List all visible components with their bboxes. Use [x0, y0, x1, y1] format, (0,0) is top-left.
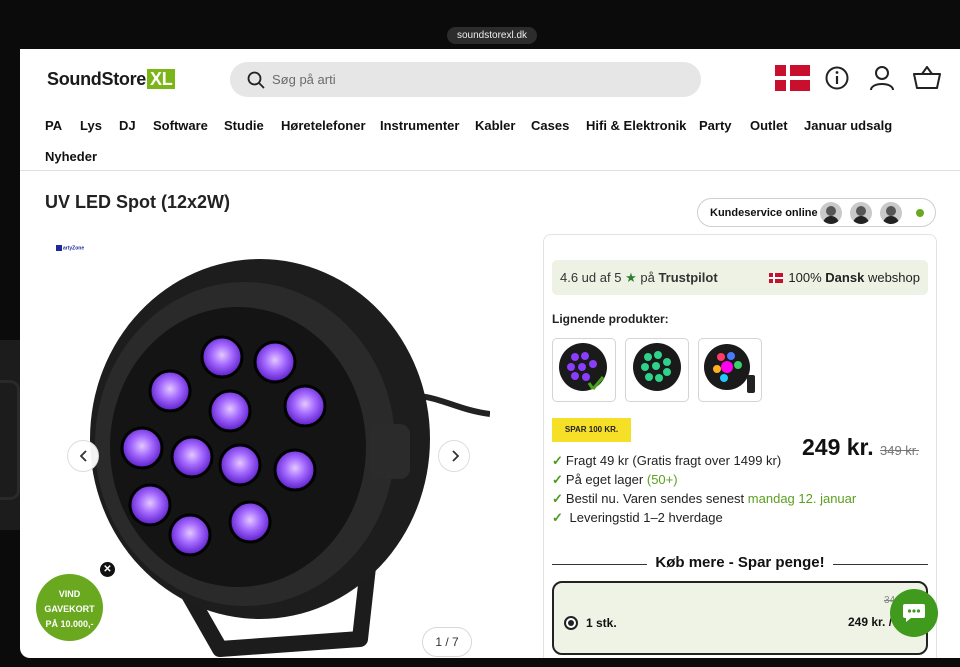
- agent-avatar: [880, 202, 902, 224]
- product-image[interactable]: [70, 249, 490, 658]
- agent-avatar: [820, 202, 842, 224]
- feature-dispatch: ✓ Bestil nu. Varen sendes senest mandag 1…: [552, 491, 857, 506]
- nav-item-hifi[interactable]: Hifi & Elektronik: [586, 118, 686, 133]
- option-price: 249 kr. /: [848, 615, 893, 629]
- check-icon: ✓: [552, 510, 563, 525]
- giveaway-badge[interactable]: VIND GAVEKORT PÅ 10.000,-: [36, 574, 103, 641]
- close-giveaway-button[interactable]: ✕: [100, 562, 115, 577]
- similar-product-thumb[interactable]: [552, 338, 616, 402]
- quantity-label: 1 stk.: [586, 616, 617, 630]
- account-icon[interactable]: [869, 65, 895, 91]
- similar-product-thumb[interactable]: [698, 338, 762, 402]
- similar-products-label: Lignende produkter:: [552, 312, 669, 326]
- nav-item-lys[interactable]: Lys: [80, 118, 102, 133]
- customer-service-widget[interactable]: Kundeservice online: [697, 198, 936, 227]
- rgb-spot-thumb-image: [704, 344, 755, 393]
- check-icon: ✓: [552, 491, 563, 506]
- trustpilot-rating[interactable]: 4.6 ud af 5 ★ på Trustpilot: [560, 270, 718, 286]
- search-input[interactable]: [272, 62, 672, 97]
- buy-more-heading: Køb mere - Spar penge!: [552, 554, 928, 574]
- trust-bar: 4.6 ud af 5 ★ på Trustpilot 100% Dansk w…: [552, 260, 928, 295]
- old-price: 349 kr.: [880, 443, 920, 458]
- check-icon: ✓: [552, 472, 563, 487]
- next-image-button[interactable]: [438, 440, 470, 472]
- nav-item-kabler[interactable]: Kabler: [475, 118, 515, 133]
- prev-image-button[interactable]: [67, 440, 99, 472]
- basket-icon[interactable]: [913, 66, 941, 90]
- search-icon: [247, 71, 265, 89]
- green-spot-thumb-image: [633, 343, 681, 391]
- url-pill[interactable]: soundstorexl.dk: [447, 27, 538, 44]
- nav-divider: [20, 170, 960, 171]
- uv-spot-thumb-image: [559, 343, 607, 391]
- danish-flag-icon: [769, 273, 784, 283]
- nav-item-party[interactable]: Party: [699, 118, 732, 133]
- feature-delivery: ✓ Leveringstid 1–2 hverdage: [552, 510, 723, 525]
- site-logo[interactable]: SoundStore XL: [47, 69, 176, 90]
- search-bar[interactable]: [230, 62, 701, 97]
- purchase-panel: 4.6 ud af 5 ★ på Trustpilot 100% Dansk w…: [543, 234, 937, 658]
- check-icon: ✓: [552, 453, 563, 468]
- nav-item-outlet[interactable]: Outlet: [750, 118, 788, 133]
- similar-product-thumb[interactable]: [625, 338, 689, 402]
- divider-line: [833, 564, 928, 565]
- nav-item-pa[interactable]: PA: [45, 118, 62, 133]
- agent-avatar: [850, 202, 872, 224]
- nav-item-software[interactable]: Software: [153, 118, 208, 133]
- danish-webshop-badge: 100% Dansk webshop: [769, 270, 920, 285]
- quantity-option[interactable]: 1 stk. 34 249 kr. /: [552, 581, 928, 655]
- chat-button[interactable]: [890, 589, 938, 637]
- nav-item-horetelefoner[interactable]: Høretelefoner: [281, 118, 366, 133]
- current-price: 249 kr.: [802, 434, 874, 460]
- feature-stock: ✓ På eget lager (50+): [552, 472, 678, 487]
- nav-item-studie[interactable]: Studie: [224, 118, 264, 133]
- feature-shipping: ✓ Fragt 49 kr (Gratis fragt over 1499 kr): [552, 453, 782, 468]
- customer-service-label: Kundeservice online: [710, 207, 818, 219]
- divider-line: [552, 564, 647, 565]
- nav-item-instrumenter[interactable]: Instrumenter: [380, 118, 459, 133]
- savings-badge: SPAR 100 KR.: [552, 418, 631, 442]
- chat-icon: [903, 604, 925, 622]
- product-title: UV LED Spot (12x2W): [45, 192, 231, 212]
- image-counter: 1 / 7: [422, 627, 472, 657]
- chevron-left-icon: [79, 450, 87, 462]
- nav-item-cases[interactable]: Cases: [531, 118, 569, 133]
- quantity-radio[interactable]: [564, 616, 578, 630]
- info-icon[interactable]: [825, 66, 849, 90]
- nav-item-januar-udsalg[interactable]: Januar udsalg: [804, 118, 892, 133]
- danish-flag-icon[interactable]: [775, 65, 810, 91]
- nav-item-nyheder[interactable]: Nyheder: [45, 149, 97, 164]
- chevron-right-icon: [452, 450, 460, 462]
- background-page-frame: [0, 380, 20, 500]
- nav-item-dj[interactable]: DJ: [119, 118, 136, 133]
- star-icon: ★: [625, 270, 637, 285]
- page-sheet: SoundStoreXL PA Lys DJ Software Studie H…: [20, 49, 960, 658]
- online-status-dot: [916, 209, 924, 217]
